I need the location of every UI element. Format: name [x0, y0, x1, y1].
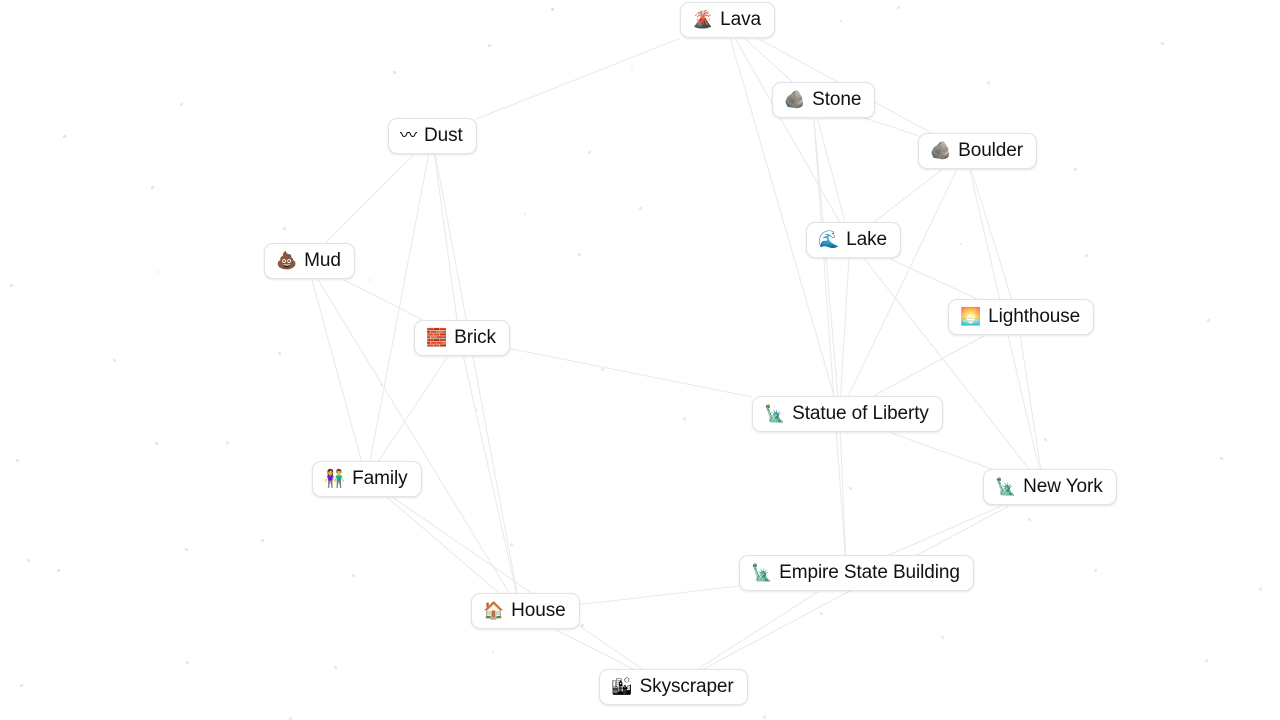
element-node-label: Mud: [304, 250, 341, 271]
element-nodes-layer[interactable]: 🌋 Lava 🪨 Stone 🪨 Boulder 〰 Dust 💩 Mud 🧱 Brick 🌊 Lake 🌅…: [0, 0, 1280, 720]
family-icon: 👫: [324, 468, 346, 489]
brick-icon: 🧱: [426, 327, 448, 348]
rock-icon: 🪨: [930, 140, 952, 161]
crafting-canvas[interactable]: 🌋 Lava 🪨 Stone 🪨 Boulder 〰 Dust 💩 Mud 🧱 Brick 🌊 Lake 🌅…: [0, 0, 1280, 720]
water-wave-icon: 🌊: [818, 229, 840, 250]
element-node-mud[interactable]: 💩 Mud: [264, 243, 355, 279]
element-node-label: House: [511, 600, 566, 621]
element-node-label: Lava: [720, 9, 761, 30]
element-node-lava[interactable]: 🌋 Lava: [680, 2, 775, 38]
element-node-label: Brick: [454, 327, 496, 348]
element-node-label: Boulder: [958, 140, 1023, 161]
element-node-lighthouse[interactable]: 🌅 Lighthouse: [948, 299, 1095, 335]
statue-icon: 🗽: [995, 476, 1017, 497]
element-node-label: Stone: [812, 89, 862, 110]
statue-icon: 🗽: [751, 562, 773, 583]
element-node-label: Skyscraper: [639, 676, 734, 697]
statue-icon: 🗽: [764, 403, 786, 424]
wavy-dash-icon: 〰: [400, 125, 417, 146]
element-node-boulder[interactable]: 🪨 Boulder: [918, 133, 1037, 169]
element-node-dust[interactable]: 〰 Dust: [388, 118, 477, 154]
element-node-label: Statue of Liberty: [792, 403, 929, 424]
house-icon: 🏠: [483, 600, 505, 621]
element-node-label: New York: [1023, 476, 1103, 497]
element-node-label: Family: [352, 468, 408, 489]
pile-of-poo-icon: 💩: [276, 250, 298, 271]
element-node-skyscraper[interactable]: 🏙 Skyscraper: [599, 669, 748, 705]
element-node-newyork[interactable]: 🗽 New York: [983, 469, 1117, 505]
element-node-empire[interactable]: 🗽 Empire State Building: [739, 555, 974, 591]
element-node-label: Dust: [424, 125, 463, 146]
element-node-label: Lake: [846, 229, 887, 250]
element-node-label: Empire State Building: [779, 562, 960, 583]
element-node-stone[interactable]: 🪨 Stone: [772, 82, 876, 118]
element-node-statue[interactable]: 🗽 Statue of Liberty: [752, 396, 943, 432]
element-node-house[interactable]: 🏠 House: [471, 593, 580, 629]
element-node-lake[interactable]: 🌊 Lake: [806, 222, 901, 258]
cityscape-icon: 🏙: [611, 676, 633, 697]
element-node-family[interactable]: 👫 Family: [312, 461, 422, 497]
rock-icon: 🪨: [784, 89, 806, 110]
element-node-brick[interactable]: 🧱 Brick: [414, 320, 510, 356]
volcano-icon: 🌋: [692, 9, 714, 30]
lighthouse-icon: 🌅: [960, 306, 982, 327]
element-node-label: Lighthouse: [988, 306, 1081, 327]
